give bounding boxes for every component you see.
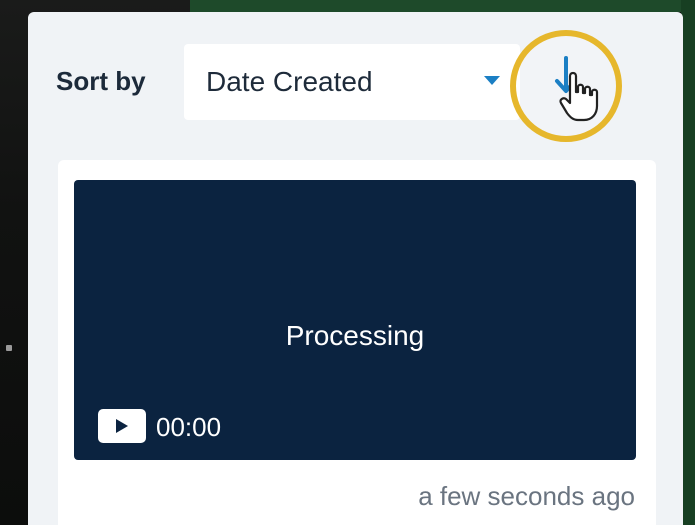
- background-top: [190, 0, 695, 12]
- video-card[interactable]: Processing 00:00 a few seconds ago: [58, 160, 656, 525]
- sort-order-button[interactable]: [510, 30, 622, 142]
- sort-select[interactable]: Date Created: [184, 44, 520, 120]
- processing-status: Processing: [285, 320, 425, 351]
- video-thumbnail[interactable]: Processing 00:00: [74, 180, 636, 460]
- sort-by-label: Sort by: [56, 66, 146, 96]
- hand-pointer-icon: [559, 71, 599, 122]
- caret-down-icon: [484, 76, 500, 85]
- background-right: [681, 0, 695, 525]
- created-timestamp: a few seconds ago: [418, 481, 635, 511]
- video-duration: 00:00: [156, 412, 222, 442]
- play-icon: [98, 409, 146, 443]
- background-marker: [6, 345, 12, 351]
- sort-select-value: Date Created: [206, 66, 373, 97]
